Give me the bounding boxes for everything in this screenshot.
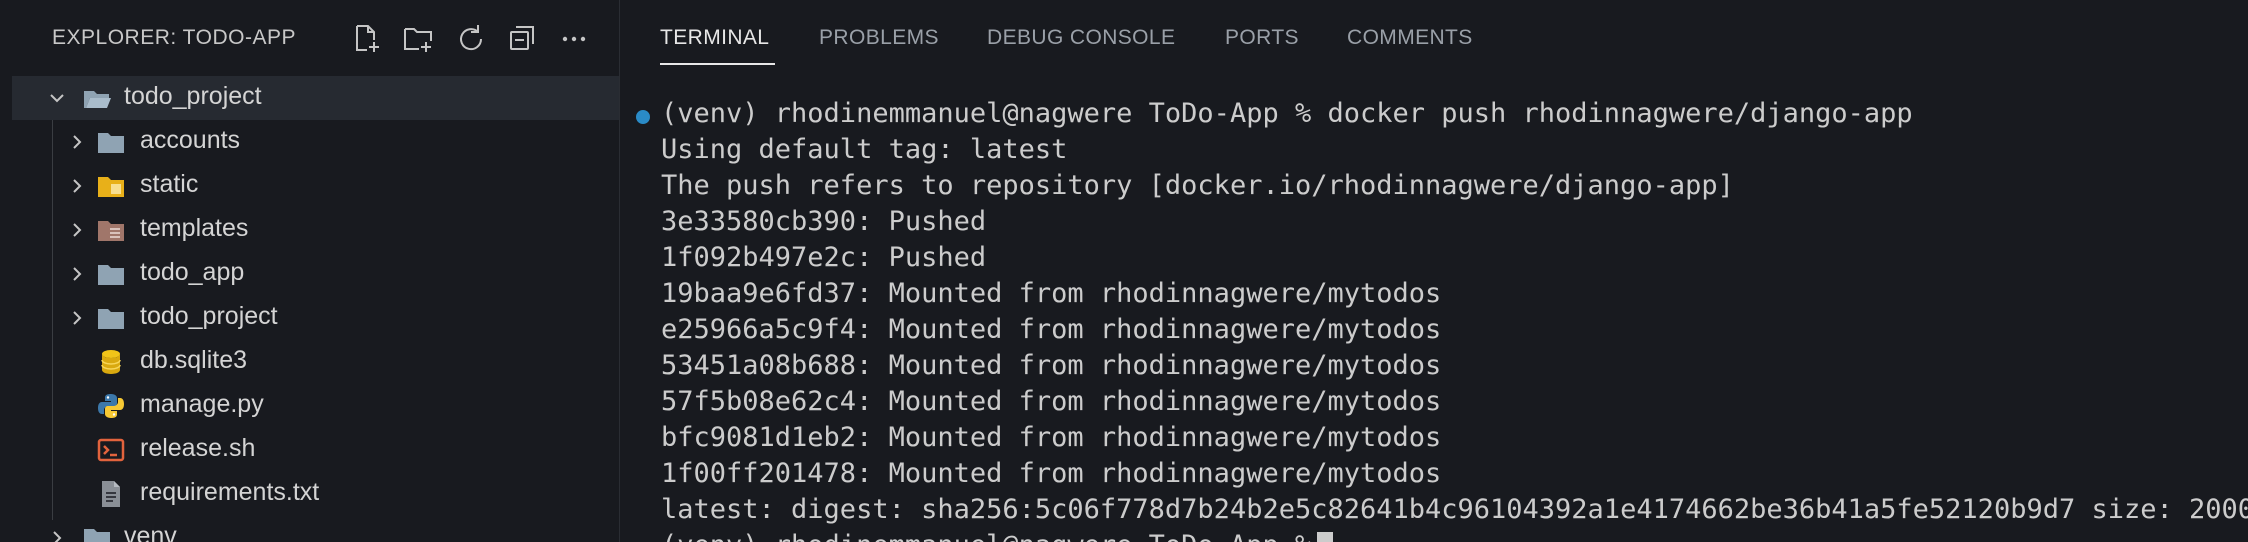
tree-item-label: todo_app	[140, 258, 245, 286]
terminal-line: 3e33580cb390: Pushed	[661, 206, 987, 237]
more-actions-icon	[562, 36, 586, 42]
terminal-output[interactable]: (venv) rhodinemmanuel@nagwere ToDo-App %…	[621, 96, 2248, 542]
tab-debug-console[interactable]: DEBUG CONSOLE	[987, 26, 1175, 50]
tree-item-release-sh[interactable]: release.sh	[12, 428, 619, 472]
new-folder-icon	[404, 28, 432, 52]
terminal-line: 1f00ff201478: Mounted from rhodinnagwere…	[661, 458, 1442, 489]
folder-icon	[82, 523, 112, 542]
tree-item-label: release.sh	[140, 434, 256, 462]
tree-item-label: todo_project	[140, 302, 278, 330]
folder-icon	[96, 259, 126, 289]
tree-item-label: templates	[140, 214, 249, 242]
explorer-title: EXPLORER: TODO-APP	[52, 26, 296, 49]
tree-item-db-sqlite3[interactable]: db.sqlite3	[12, 340, 619, 384]
explorer-header: EXPLORER: TODO-APP	[0, 0, 619, 76]
more-actions-button[interactable]	[556, 20, 592, 56]
new-folder-button[interactable]	[400, 20, 436, 56]
terminal-line: (venv) rhodinemmanuel@nagwere ToDo-App %…	[661, 98, 1913, 129]
collapse-all-icon	[510, 26, 534, 50]
shell-script-icon	[96, 435, 126, 465]
chevron-right-icon	[46, 527, 68, 542]
tree-item-venv[interactable]: venv	[12, 516, 619, 542]
tab-comments[interactable]: COMMENTS	[1347, 26, 1473, 50]
tree-item-label: db.sqlite3	[140, 346, 248, 374]
terminal-line: e25966a5c9f4: Mounted from rhodinnagwere…	[661, 314, 1442, 345]
active-tab-indicator	[660, 63, 775, 65]
database-icon	[96, 347, 126, 377]
tree-item-accounts[interactable]: accounts	[12, 120, 619, 164]
chevron-right-icon	[66, 307, 88, 329]
terminal-line: bfc9081d1eb2: Mounted from rhodinnagwere…	[661, 422, 1442, 453]
new-file-button[interactable]	[348, 20, 384, 56]
terminal-cursor	[1317, 531, 1334, 542]
chevron-right-icon	[66, 219, 88, 241]
chevron-down-icon	[46, 87, 68, 109]
tab-problems[interactable]: PROBLEMS	[819, 26, 939, 50]
tree-item-label: todo_project	[124, 82, 262, 110]
folder-icon	[96, 303, 126, 333]
terminal-line: 19baa9e6fd37: Mounted from rhodinnagwere…	[661, 278, 1442, 309]
static-folder-icon	[96, 171, 126, 201]
tree-item-label: requirements.txt	[140, 478, 320, 506]
collapse-all-button[interactable]	[504, 20, 540, 56]
tree-item-label: manage.py	[140, 390, 264, 418]
tree-item-manage-py[interactable]: manage.py	[12, 384, 619, 428]
tree-item-label: static	[140, 170, 199, 198]
command-success-dot-icon	[636, 110, 650, 124]
tree-item-templates[interactable]: templates	[12, 208, 619, 252]
terminal-line: 1f092b497e2c: Pushed	[661, 242, 987, 273]
terminal-line: latest: digest: sha256:5c06f778d7b24b2e5…	[661, 494, 2248, 525]
folder-icon	[96, 127, 126, 157]
tree-item-label: venv	[124, 522, 177, 542]
python-icon	[96, 391, 126, 421]
chevron-right-icon	[66, 131, 88, 153]
tab-terminal[interactable]: TERMINAL	[660, 26, 769, 50]
chevron-right-icon	[66, 263, 88, 285]
tree-item-requirements-txt[interactable]: requirements.txt	[12, 472, 619, 516]
tree-item-label: accounts	[140, 126, 241, 154]
chevron-right-icon	[66, 175, 88, 197]
refresh-button[interactable]	[452, 20, 488, 56]
folder-open-icon	[82, 83, 112, 113]
tree-item-static[interactable]: static	[12, 164, 619, 208]
terminal-line: 57f5b08e62c4: Mounted from rhodinnagwere…	[661, 386, 1442, 417]
templates-folder-icon	[96, 215, 126, 245]
terminal-prompt: (venv) rhodinemmanuel@nagwere ToDo-App %	[661, 530, 1311, 542]
tab-ports[interactable]: PORTS	[1225, 26, 1299, 50]
new-file-icon	[356, 25, 379, 52]
panel-tabs: TERMINAL PROBLEMS DEBUG CONSOLE PORTS CO…	[621, 0, 2248, 76]
tree-item-todo-project-root[interactable]: todo_project	[12, 76, 619, 120]
terminal-line: 53451a08b688: Mounted from rhodinnagwere…	[661, 350, 1442, 381]
bottom-panel: TERMINAL PROBLEMS DEBUG CONSOLE PORTS CO…	[621, 0, 2248, 542]
terminal-line: The push refers to repository [docker.io…	[661, 170, 1734, 201]
refresh-icon	[460, 25, 483, 51]
tree-item-todo-project[interactable]: todo_project	[12, 296, 619, 340]
explorer-sidebar: EXPLORER: TODO-APP todo_project accounts…	[0, 0, 620, 542]
text-file-icon	[96, 479, 126, 509]
terminal-line: Using default tag: latest	[661, 134, 1068, 165]
terminal-prompt-line[interactable]: (venv) rhodinemmanuel@nagwere ToDo-App %	[661, 528, 1334, 542]
tree-item-todo-app[interactable]: todo_app	[12, 252, 619, 296]
